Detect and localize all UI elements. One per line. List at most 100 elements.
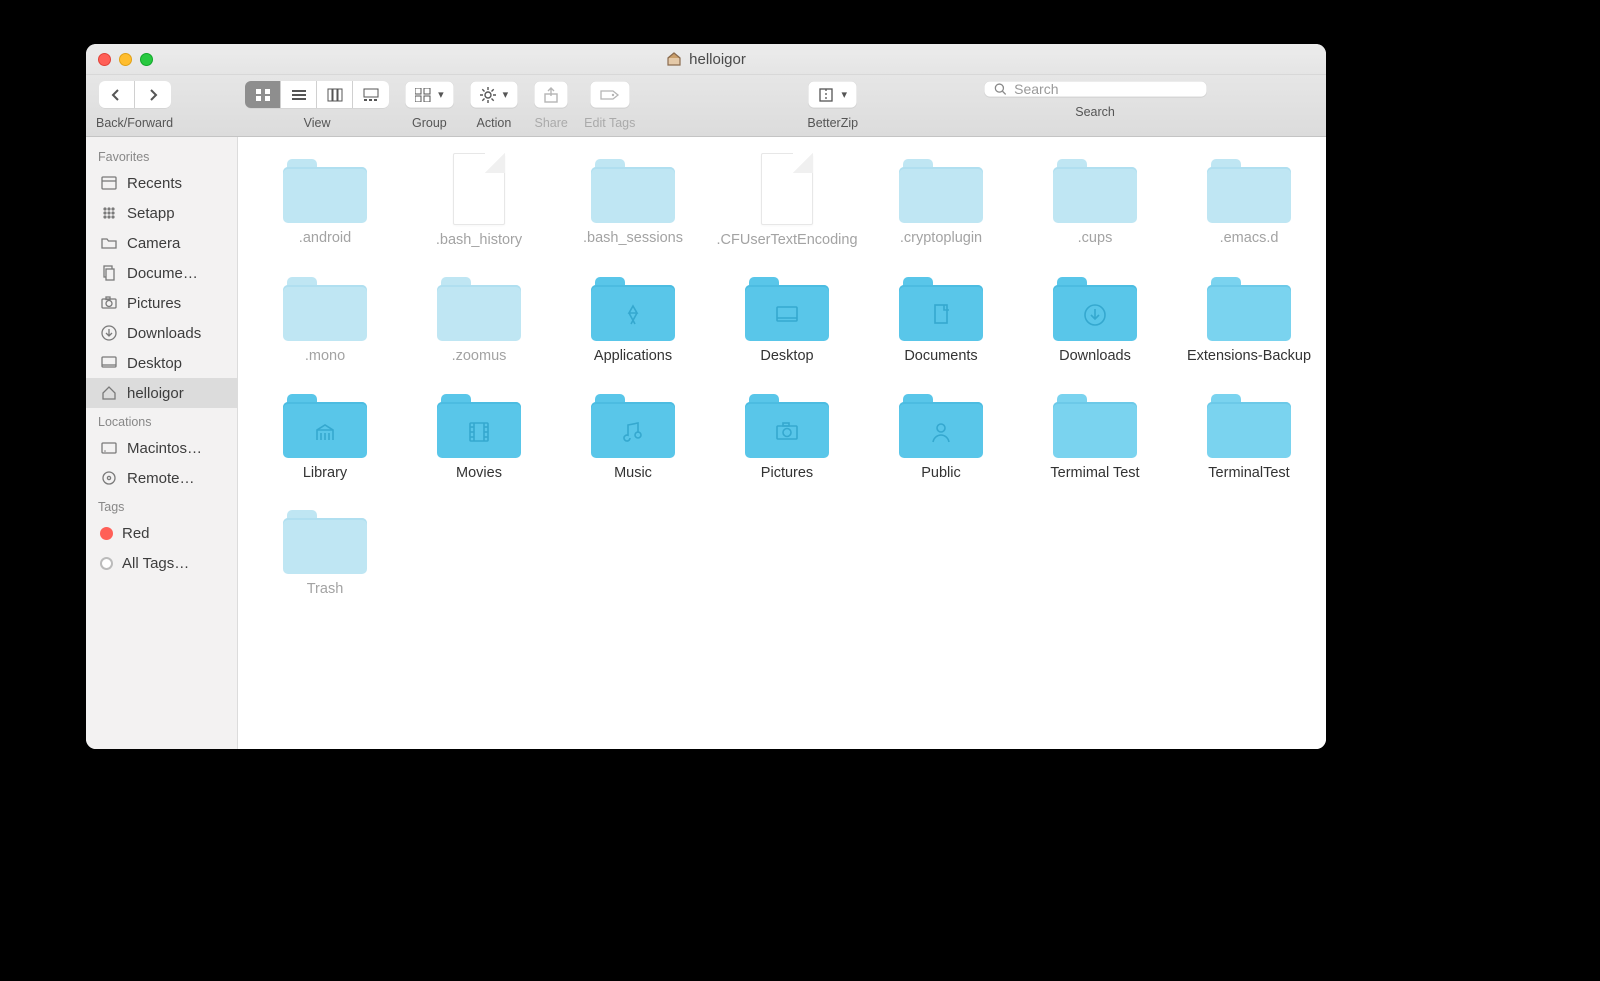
file-item[interactable]: .CFUserTextEncoding	[718, 153, 856, 249]
sidebar-item-helloigor[interactable]: helloigor	[86, 378, 237, 408]
sidebar-item-remote-disc[interactable]: Remote…	[86, 463, 237, 493]
file-item-name: Music	[614, 465, 652, 482]
file-item[interactable]: .mono	[256, 271, 394, 365]
tags-label: Edit Tags	[584, 116, 635, 130]
folder-glyph-icon	[899, 406, 983, 458]
nav-label: Back/Forward	[96, 116, 173, 130]
file-item[interactable]: Downloads	[1026, 271, 1164, 365]
forward-button[interactable]	[135, 81, 171, 108]
file-item[interactable]: Trash	[256, 504, 394, 598]
folder-glyph-icon	[437, 289, 521, 341]
folder-glyph-icon	[591, 406, 675, 458]
sidebar-item-camera[interactable]: Camera	[86, 228, 237, 258]
folder-glyph-icon	[283, 171, 367, 223]
sidebar-item-label: Pictures	[127, 295, 181, 312]
file-item[interactable]: .bash_history	[410, 153, 548, 249]
file-item-name: .mono	[305, 348, 345, 365]
folder-glyph-icon	[745, 406, 829, 458]
file-item[interactable]: Movies	[410, 388, 548, 482]
search-input[interactable]	[1014, 81, 1196, 97]
sidebar-section-favorites: Favorites	[86, 143, 237, 168]
file-item-name: Pictures	[761, 465, 813, 482]
view-gallery-button[interactable]	[353, 81, 389, 108]
sidebar-item-label: Docume…	[127, 265, 198, 282]
folder-icon	[591, 159, 675, 223]
folder-icon	[1207, 277, 1291, 341]
sidebar-item-macintosh-hd[interactable]: Macintos…	[86, 433, 237, 463]
folder-icon	[283, 159, 367, 223]
downloads-icon	[100, 324, 118, 342]
file-item[interactable]: Public	[872, 388, 1010, 482]
file-item[interactable]: .zoomus	[410, 271, 548, 365]
file-item[interactable]: Library	[256, 388, 394, 482]
file-item[interactable]: Documents	[872, 271, 1010, 365]
group-button[interactable]: ▾	[405, 81, 454, 108]
folder-glyph-icon	[437, 406, 521, 458]
file-item[interactable]: Desktop	[718, 271, 856, 365]
folder-glyph-icon	[591, 289, 675, 341]
disc-icon	[100, 469, 118, 487]
folder-glyph-icon	[1053, 406, 1137, 458]
folder-glyph-icon	[1207, 406, 1291, 458]
sidebar-item-setapp[interactable]: Setapp	[86, 198, 237, 228]
file-item[interactable]: Extensions-Backup	[1180, 271, 1318, 365]
sidebar-tag-red[interactable]: Red	[86, 518, 237, 548]
betterzip-label: BetterZip	[807, 116, 858, 130]
betterzip-button[interactable]: ▾	[808, 81, 857, 108]
zip-icon	[818, 87, 834, 103]
back-button[interactable]	[99, 81, 135, 108]
folder-glyph-icon	[283, 406, 367, 458]
file-item[interactable]: .emacs.d	[1180, 153, 1318, 247]
file-item[interactable]: Termimal Test	[1026, 388, 1164, 482]
file-item[interactable]: Music	[564, 388, 702, 482]
tags-group: Edit Tags	[584, 81, 635, 130]
camera-icon	[100, 294, 118, 312]
sidebar-item-desktop[interactable]: Desktop	[86, 348, 237, 378]
folder-glyph-icon	[591, 171, 675, 223]
home-icon	[100, 384, 118, 402]
file-item[interactable]: .bash_sessions	[564, 153, 702, 247]
action-button[interactable]: ▾	[470, 81, 519, 108]
folder-icon	[100, 234, 118, 252]
sidebar-section-locations: Locations	[86, 408, 237, 433]
file-item-name: Documents	[904, 348, 977, 365]
view-columns-button[interactable]	[317, 81, 353, 108]
chevron-left-icon	[110, 88, 122, 102]
window-close-button[interactable]	[98, 53, 111, 66]
folder-icon	[283, 277, 367, 341]
sidebar-item-label: Desktop	[127, 355, 182, 372]
file-item-name: TerminalTest	[1208, 465, 1289, 482]
folder-icon	[899, 394, 983, 458]
sidebar-tag-all[interactable]: All Tags…	[86, 548, 237, 578]
file-icon	[755, 153, 819, 225]
file-item[interactable]: TerminalTest	[1180, 388, 1318, 482]
window-zoom-button[interactable]	[140, 53, 153, 66]
sidebar-item-documents[interactable]: Docume…	[86, 258, 237, 288]
search-field[interactable]	[984, 81, 1207, 97]
view-icon-button[interactable]	[245, 81, 281, 108]
share-group: Share	[534, 81, 568, 130]
file-item[interactable]: Applications	[564, 271, 702, 365]
setapp-icon	[100, 204, 118, 222]
file-item[interactable]: .cups	[1026, 153, 1164, 247]
share-icon	[544, 87, 558, 103]
sidebar-item-downloads[interactable]: Downloads	[86, 318, 237, 348]
view-list-button[interactable]	[281, 81, 317, 108]
folder-icon	[1207, 159, 1291, 223]
edit-tags-button[interactable]	[590, 81, 630, 108]
sidebar-item-pictures[interactable]: Pictures	[86, 288, 237, 318]
file-item[interactable]: .cryptoplugin	[872, 153, 1010, 247]
folder-glyph-icon	[1207, 289, 1291, 341]
file-item[interactable]: .android	[256, 153, 394, 247]
search-icon	[994, 82, 1007, 96]
file-item-name: .CFUserTextEncoding	[716, 232, 857, 249]
folder-icon	[283, 510, 367, 574]
window-minimize-button[interactable]	[119, 53, 132, 66]
folder-glyph-icon	[899, 289, 983, 341]
file-item[interactable]: Pictures	[718, 388, 856, 482]
file-item-name: Trash	[307, 581, 344, 598]
sidebar-item-label: helloigor	[127, 385, 184, 402]
folder-glyph-icon	[1207, 171, 1291, 223]
sidebar-item-recents[interactable]: Recents	[86, 168, 237, 198]
share-button[interactable]	[534, 81, 568, 108]
